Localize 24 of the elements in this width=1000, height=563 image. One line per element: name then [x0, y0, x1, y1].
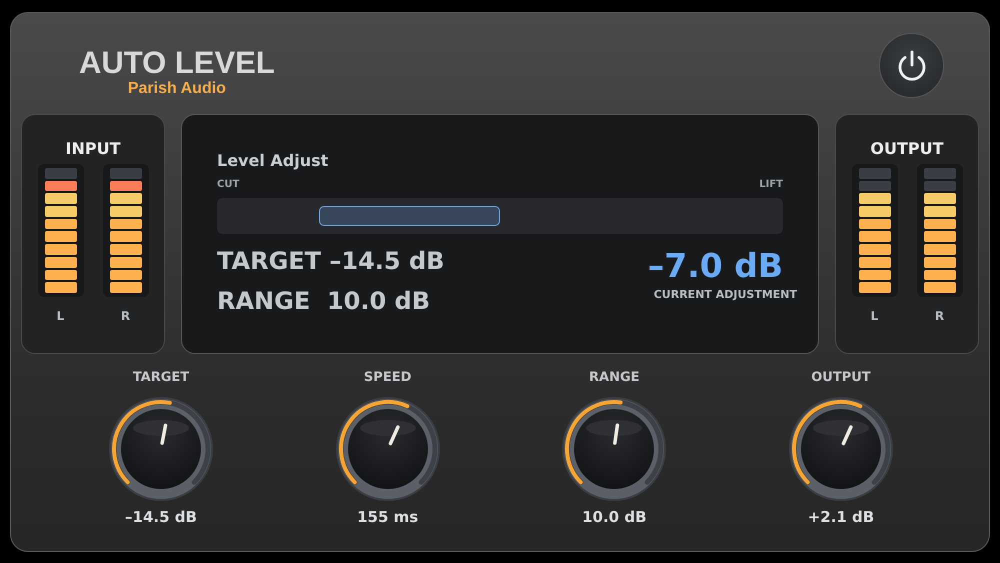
knob-value: +2.1 dB — [808, 508, 874, 526]
brand-name: Parish Audio — [128, 79, 226, 99]
rotary-knob[interactable] — [106, 394, 216, 504]
knob-value: 155 ms — [357, 508, 418, 526]
target-readout: TARGET –14.5 dB — [217, 246, 444, 276]
current-adjustment-value: –7.0 dB — [648, 246, 783, 286]
meter-title: OUTPUT — [870, 139, 944, 159]
knob-value: 10.0 dB — [582, 508, 647, 526]
knob-label: TARGET — [132, 370, 190, 386]
channel-label: R — [120, 308, 130, 323]
current-adjustment-label: CURRENT ADJUSTMENT — [654, 288, 797, 301]
channel-label: L — [56, 308, 64, 323]
knob-label: SPEED — [364, 370, 412, 386]
knob-label: OUTPUT — [811, 370, 871, 386]
scale-label: CUT — [217, 179, 240, 190]
knob-value: –14.5 dB — [125, 508, 197, 526]
plugin-title: AUTO LEVEL — [79, 47, 275, 79]
meter-title: INPUT — [66, 139, 120, 159]
channel-label: R — [934, 308, 944, 323]
range-readout: RANGE 10.0 dB — [217, 286, 431, 316]
scale-label: LIFT — [759, 179, 783, 190]
display-title: Level Adjust — [217, 151, 330, 171]
channel-label: L — [870, 308, 878, 323]
knob-label: RANGE — [589, 370, 640, 386]
